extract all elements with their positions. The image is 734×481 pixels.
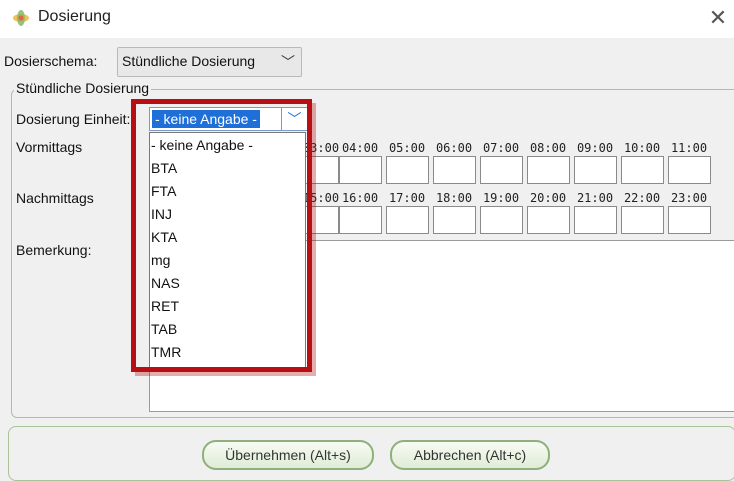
hour-label: 08:00 xyxy=(529,141,567,155)
unit-option[interactable]: INJ xyxy=(151,203,172,226)
unit-option[interactable]: TMR xyxy=(151,341,181,364)
hour-label: 05:00 xyxy=(388,141,426,155)
unit-option[interactable]: TAB xyxy=(151,318,177,341)
window-title: Dosierung xyxy=(38,8,111,25)
hour-label: 04:00 xyxy=(341,141,379,155)
unit-select-value: - keine Angabe - xyxy=(152,110,260,128)
hour-label: 09:00 xyxy=(576,141,614,155)
hour-label: 20:00 xyxy=(529,191,567,205)
dose-input[interactable] xyxy=(433,206,476,234)
hour-label: 16:00 xyxy=(341,191,379,205)
hour-label: 07:00 xyxy=(482,141,520,155)
app-icon xyxy=(13,10,29,26)
dose-input[interactable] xyxy=(480,206,523,234)
dose-input[interactable] xyxy=(386,156,429,184)
apply-button[interactable]: Übernehmen (Alt+s) xyxy=(202,440,374,470)
chevron-down-icon: ﹀ xyxy=(281,54,295,70)
unit-option[interactable]: RET xyxy=(151,295,179,318)
unit-option[interactable]: KTA xyxy=(151,226,177,249)
unit-label: Dosierung Einheit: xyxy=(16,111,131,127)
hour-label: 21:00 xyxy=(576,191,614,205)
hour-label: 11:00 xyxy=(670,141,708,155)
dose-input[interactable] xyxy=(527,206,570,234)
title-bar: Dosierung ✕ xyxy=(0,0,734,38)
unit-option[interactable]: NAS xyxy=(151,272,180,295)
dose-input[interactable] xyxy=(339,206,382,234)
hour-label: 10:00 xyxy=(623,141,661,155)
chevron-down-icon[interactable]: ﹀ xyxy=(281,108,307,130)
hour-label: 17:00 xyxy=(388,191,426,205)
hour-label: 18:00 xyxy=(435,191,473,205)
dose-input[interactable] xyxy=(668,206,711,234)
unit-option[interactable]: BTA xyxy=(151,157,177,180)
hour-label: 23:00 xyxy=(670,191,708,205)
hour-label: 22:00 xyxy=(623,191,661,205)
schema-select[interactable]: Stündliche Dosierung ﹀ xyxy=(117,47,302,77)
dose-input[interactable] xyxy=(621,206,664,234)
dose-input[interactable] xyxy=(480,156,523,184)
hourly-group-legend: Stündliche Dosierung xyxy=(14,80,152,96)
dose-input[interactable] xyxy=(621,156,664,184)
unit-dropdown-list: - keine Angabe - BTA FTA INJ KTA mg NAS … xyxy=(149,132,306,370)
hour-label: 19:00 xyxy=(482,191,520,205)
schema-select-value: Stündliche Dosierung xyxy=(122,53,256,69)
cancel-button[interactable]: Abbrechen (Alt+c) xyxy=(390,440,550,470)
close-icon[interactable]: ✕ xyxy=(704,4,732,32)
hour-label: 06:00 xyxy=(435,141,473,155)
dose-input[interactable] xyxy=(339,156,382,184)
morning-label: Vormittags xyxy=(16,139,83,155)
unit-select[interactable]: - keine Angabe - ﹀ xyxy=(149,107,307,131)
dose-input[interactable] xyxy=(574,156,617,184)
dose-input[interactable] xyxy=(668,156,711,184)
dose-input[interactable] xyxy=(527,156,570,184)
dose-input[interactable] xyxy=(574,206,617,234)
remark-label: Bemerkung: xyxy=(16,242,92,258)
unit-option[interactable]: FTA xyxy=(151,180,176,203)
dose-input[interactable] xyxy=(433,156,476,184)
afternoon-label: Nachmittags xyxy=(16,190,94,206)
schema-label: Dosierschema: xyxy=(4,53,98,69)
dose-input[interactable] xyxy=(386,206,429,234)
unit-option[interactable]: - keine Angabe - xyxy=(151,134,253,157)
unit-option[interactable]: mg xyxy=(151,249,170,272)
